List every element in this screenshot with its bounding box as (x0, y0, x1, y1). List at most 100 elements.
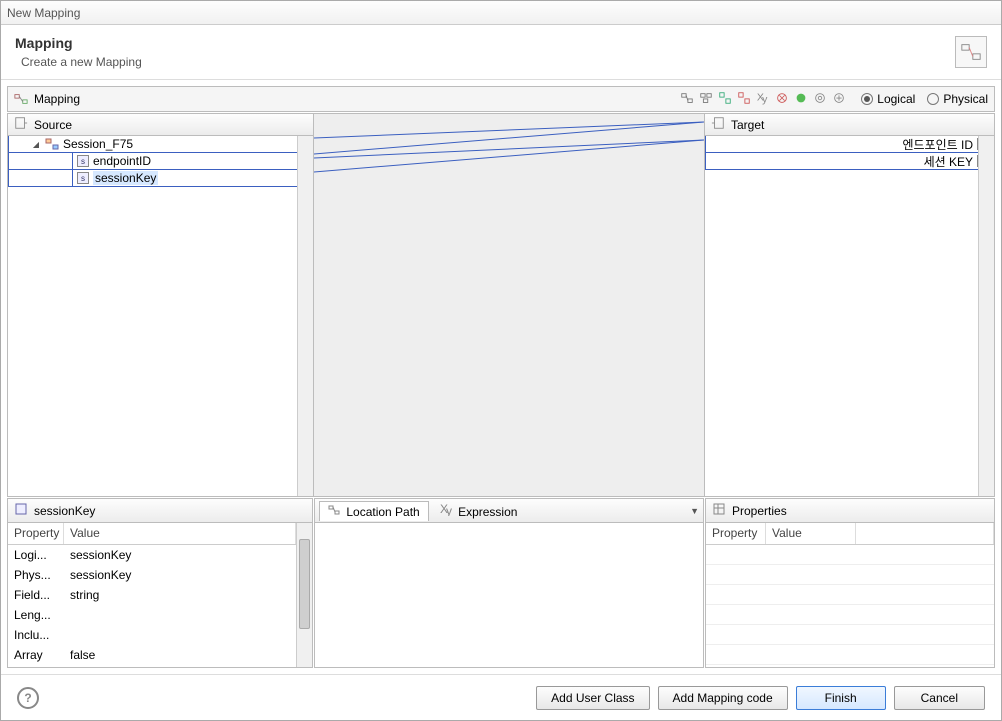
action-icon-4[interactable] (737, 91, 751, 108)
selected-field-header: sessionKey (8, 499, 312, 523)
titlebar[interactable]: New Mapping (1, 1, 1001, 25)
new-mapping-dialog: New Mapping Mapping Create a new Mapping… (0, 0, 1002, 721)
table-row[interactable]: Logi...sessionKey (8, 545, 296, 565)
location-path-icon (328, 505, 340, 519)
source-scrollbar[interactable] (297, 136, 313, 496)
expression-icon: Xy (440, 505, 452, 519)
mapping-canvas: Source ◢ Session_F75 s endpointID (7, 113, 995, 497)
target-field-row[interactable]: 세션 KEY s (705, 152, 994, 170)
mapping-icon (14, 92, 28, 106)
table-row[interactable] (706, 605, 994, 625)
tab-menu-chevron-icon[interactable]: ▼ (690, 506, 699, 516)
action-icon-3[interactable] (718, 91, 732, 108)
target-field-row[interactable]: 엔드포인트 ID s (705, 136, 994, 153)
properties-panel: Properties Property Value (705, 498, 995, 668)
col-property[interactable]: Property (8, 523, 64, 544)
target-scrollbar[interactable] (978, 136, 994, 496)
add-mapping-code-button[interactable]: Add Mapping code (658, 686, 788, 710)
selected-field-table: Property Value Logi...sessionKey Phys...… (8, 523, 312, 667)
target-header-icon (711, 116, 725, 133)
tab-location-label: Location Path (346, 505, 419, 519)
expression-editor[interactable] (315, 523, 703, 667)
view-logical-label: Logical (877, 92, 915, 106)
cancel-button[interactable]: Cancel (894, 686, 985, 710)
tab-expression[interactable]: Xy Expression (431, 501, 527, 521)
mapping-toolbar-actions: Xy Logical Physical (680, 91, 988, 108)
source-header-icon (14, 116, 28, 133)
dialog-footer: ? Add User Class Add Mapping code Finish… (1, 674, 1001, 720)
svg-text:y: y (446, 504, 452, 516)
col-value[interactable]: Value (64, 523, 296, 544)
col-value[interactable]: Value (766, 523, 856, 544)
string-type-icon: s (77, 155, 89, 167)
source-header-label: Source (34, 118, 72, 132)
table-row[interactable] (706, 545, 994, 565)
properties-icon (712, 502, 726, 519)
source-root-node[interactable]: ◢ Session_F75 (8, 136, 313, 153)
expression-panel: Location Path Xy Expression ▼ (314, 498, 704, 668)
bottom-panels: sessionKey Property Value Logi...session… (7, 498, 995, 668)
source-panel: Source ◢ Session_F75 s endpointID (8, 114, 314, 496)
expression-tabs: Location Path Xy Expression ▼ (315, 499, 703, 523)
properties-header: Properties (706, 499, 994, 523)
table-row[interactable]: Field...string (8, 585, 296, 605)
action-icon-5[interactable]: Xy (756, 91, 770, 108)
expand-collapse-icon[interactable]: ◢ (31, 139, 41, 149)
source-tree[interactable]: ◢ Session_F75 s endpointID s sessionKey (8, 136, 313, 496)
source-panel-header: Source (8, 114, 313, 136)
selected-field-title: sessionKey (34, 504, 95, 518)
svg-text:y: y (762, 93, 768, 105)
target-field-label: 세션 KEY (924, 153, 973, 170)
table-row[interactable]: Arrayfalse (8, 645, 296, 665)
string-type-icon: s (77, 172, 89, 184)
view-physical-label: Physical (943, 92, 988, 106)
dialog-header: Mapping Create a new Mapping (1, 25, 1001, 80)
target-panel-header: Target (705, 114, 994, 136)
mapping-link-line[interactable] (314, 122, 704, 138)
table-row[interactable] (706, 625, 994, 645)
target-tree[interactable]: 엔드포인트 ID s 세션 KEY s (705, 136, 994, 496)
mapping-link-line[interactable] (314, 140, 704, 172)
window-title: New Mapping (7, 6, 80, 20)
action-icon-1[interactable] (680, 91, 694, 108)
source-field-row[interactable]: s endpointID (8, 152, 313, 170)
view-physical-radio[interactable]: Physical (927, 92, 988, 106)
action-icon-6[interactable] (775, 91, 789, 108)
tab-location-path[interactable]: Location Path (319, 501, 429, 521)
field-icon (14, 502, 28, 519)
table-row[interactable] (706, 585, 994, 605)
action-icon-9[interactable] (832, 91, 846, 108)
action-icon-7[interactable] (794, 91, 808, 108)
action-icon-8[interactable] (813, 91, 827, 108)
table-row[interactable]: Leng... (8, 605, 296, 625)
object-icon (45, 138, 59, 150)
table-row[interactable] (706, 565, 994, 585)
mapping-header-icon (955, 36, 987, 68)
col-empty (856, 523, 994, 544)
add-user-class-button[interactable]: Add User Class (536, 686, 649, 710)
mapping-link-canvas[interactable] (314, 114, 704, 496)
help-icon[interactable]: ? (17, 687, 39, 709)
table-row[interactable]: Phys...sessionKey (8, 565, 296, 585)
table-row[interactable] (706, 645, 994, 665)
left-panel-scrollbar[interactable] (296, 523, 312, 667)
source-root-label: Session_F75 (63, 137, 133, 151)
col-property[interactable]: Property (706, 523, 766, 544)
properties-table: Property Value (706, 523, 994, 667)
source-field-row[interactable]: s sessionKey (8, 169, 313, 187)
target-field-label: 엔드포인트 ID (902, 136, 973, 153)
view-logical-radio[interactable]: Logical (861, 92, 915, 106)
table-row[interactable]: Inclu... (8, 625, 296, 645)
target-header-label: Target (731, 118, 764, 132)
radio-unchecked-icon (927, 93, 939, 105)
dialog-content: Mapping Xy Logical (1, 80, 1001, 674)
radio-checked-icon (861, 93, 873, 105)
mapping-toolbar-label: Mapping (34, 92, 80, 106)
finish-button[interactable]: Finish (796, 686, 886, 710)
properties-title: Properties (732, 504, 787, 518)
action-icon-2[interactable] (699, 91, 713, 108)
source-field-label: endpointID (93, 154, 151, 168)
target-panel: Target 엔드포인트 ID s 세션 KEY s (704, 114, 994, 496)
page-title: Mapping (15, 35, 142, 51)
tab-expression-label: Expression (458, 505, 517, 519)
